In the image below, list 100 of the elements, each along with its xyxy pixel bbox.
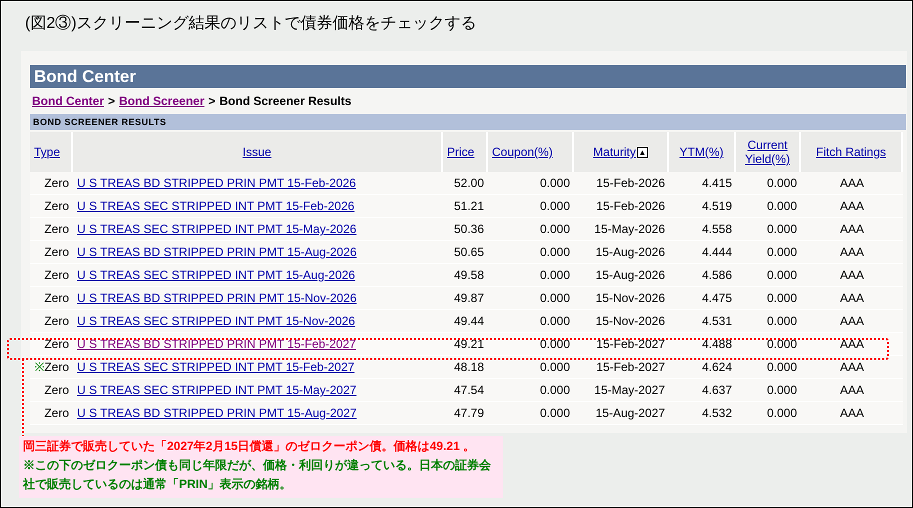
breadcrumb-link[interactable]: Bond Screener: [119, 92, 204, 110]
rating-cell: AAA: [840, 314, 864, 328]
coupon-cell: 0.000: [540, 337, 570, 351]
yield-cell: 0.000: [766, 176, 797, 190]
coupon-cell: 0.000: [540, 291, 570, 305]
type-cell: Zero: [44, 291, 69, 305]
type-cell: Zero: [44, 406, 69, 420]
maturity-cell: 15-Feb-2027: [596, 360, 665, 374]
breadcrumb-link[interactable]: Bond Center: [32, 92, 104, 110]
rating-cell: AAA: [840, 406, 864, 420]
price-cell: 50.36: [454, 222, 484, 236]
yield-cell: 0.000: [766, 406, 797, 420]
price-cell: 52.00: [454, 176, 484, 190]
maturity-cell: 15-Feb-2027: [596, 337, 665, 351]
issue-link[interactable]: U S TREAS BD STRIPPED PRIN PMT 15-Feb-2027: [77, 337, 356, 351]
price-cell: 50.65: [454, 245, 484, 259]
rating-cell: AAA: [840, 245, 864, 259]
ytm-cell: 4.624: [702, 360, 732, 374]
annotation-text: 岡三証券で販売していた「2027年2月15日償還」のゼロクーポン債。価格は49.21 。: [23, 438, 476, 455]
coupon-cell: 0.000: [540, 268, 570, 282]
type-cell: Zero: [44, 383, 69, 397]
price-cell: 48.18: [454, 360, 484, 374]
rating-cell: AAA: [840, 222, 864, 236]
price-cell: 47.54: [454, 383, 484, 397]
ytm-cell: 4.637: [702, 383, 732, 397]
maturity-cell: 15-Aug-2027: [596, 406, 665, 420]
price-cell: 51.21: [454, 199, 484, 213]
maturity-cell: 15-Nov-2026: [596, 291, 665, 305]
yield-cell: 0.000: [766, 383, 797, 397]
figure-caption: (図2③)スクリーニング結果のリストで債券価格をチェックする: [25, 14, 477, 34]
issue-link[interactable]: U S TREAS SEC STRIPPED INT PMT 15-May-2026: [77, 222, 356, 236]
price-cell: 49.58: [454, 268, 484, 282]
header-bar: Bond Center: [30, 65, 906, 88]
issue-link[interactable]: U S TREAS BD STRIPPED PRIN PMT 15-Nov-2026: [77, 291, 357, 305]
ytm-cell: 4.415: [702, 176, 732, 190]
sort-indicator[interactable]: ▲: [636, 147, 648, 158]
maturity-cell: 15-Feb-2026: [596, 176, 665, 190]
maturity-cell: 15-Aug-2026: [596, 245, 665, 259]
maturity-cell: 15-Nov-2026: [596, 314, 665, 328]
column-header-link[interactable]: Maturity: [593, 145, 636, 159]
rating-cell: AAA: [840, 383, 864, 397]
breadcrumb-separator: >: [108, 93, 116, 110]
type-cell: Zero: [44, 337, 69, 351]
maturity-cell: 15-May-2027: [594, 383, 665, 397]
yield-cell: 0.000: [766, 199, 797, 213]
type-cell: Zero: [44, 245, 69, 259]
ytm-cell: 4.532: [702, 406, 732, 420]
coupon-cell: 0.000: [540, 314, 570, 328]
ytm-cell: 4.531: [702, 314, 732, 328]
ytm-cell: 4.444: [702, 245, 732, 259]
yield-cell: 0.000: [766, 314, 797, 328]
maturity-cell: 15-Feb-2026: [596, 199, 665, 213]
type-cell: Zero: [44, 268, 69, 282]
ytm-cell: 4.586: [702, 268, 732, 282]
breadcrumb-current: Bond Screener Results: [219, 93, 352, 110]
breadcrumb-separator: >: [208, 93, 216, 110]
rating-cell: AAA: [840, 199, 864, 213]
coupon-cell: 0.000: [540, 406, 570, 420]
yield-cell: 0.000: [766, 268, 797, 282]
column-header-link[interactable]: Issue: [242, 145, 272, 159]
issue-link[interactable]: U S TREAS BD STRIPPED PRIN PMT 15-Aug-2026: [77, 245, 357, 259]
type-cell: Zero: [44, 222, 69, 236]
rating-cell: AAA: [840, 360, 864, 374]
issue-link[interactable]: U S TREAS BD STRIPPED PRIN PMT 15-Feb-2026: [77, 176, 356, 190]
coupon-cell: 0.000: [540, 383, 570, 397]
type-cell: Zero: [44, 199, 69, 213]
issue-link[interactable]: U S TREAS SEC STRIPPED INT PMT 15-May-2027: [77, 383, 356, 397]
maturity-cell: 15-May-2026: [594, 222, 665, 236]
price-cell: 47.79: [454, 406, 484, 420]
issue-link[interactable]: U S TREAS BD STRIPPED PRIN PMT 15-Aug-2027: [77, 406, 357, 420]
annotation-text: ※この下のゼロクーポン債も同じ年限だが、価格・利回りが違っている。日本の証券会社で販売しているのは通常「PRIN」表示の銘柄。: [23, 457, 492, 493]
price-cell: 49.21: [454, 337, 484, 351]
rating-cell: AAA: [840, 176, 864, 190]
type-cell: Zero: [44, 314, 69, 328]
price-cell: 49.87: [454, 291, 484, 305]
coupon-cell: 0.000: [540, 245, 570, 259]
ytm-cell: 4.488: [702, 337, 732, 351]
ytm-cell: 4.519: [702, 199, 732, 213]
rating-cell: AAA: [840, 337, 864, 351]
coupon-cell: 0.000: [540, 360, 570, 374]
yield-cell: 0.000: [766, 360, 797, 374]
maturity-cell: 15-Aug-2026: [596, 268, 665, 282]
ytm-cell: 4.475: [702, 291, 732, 305]
coupon-cell: 0.000: [540, 199, 570, 213]
issue-link[interactable]: U S TREAS SEC STRIPPED INT PMT 15-Feb-2027: [77, 360, 354, 374]
yield-cell: 0.000: [766, 245, 797, 259]
issue-link[interactable]: U S TREAS SEC STRIPPED INT PMT 15-Aug-2026: [77, 268, 356, 282]
ytm-cell: 4.558: [702, 222, 732, 236]
issue-link[interactable]: U S TREAS SEC STRIPPED INT PMT 15-Feb-2026: [77, 199, 354, 213]
note-mark: ※: [34, 360, 44, 374]
issue-link[interactable]: U S TREAS SEC STRIPPED INT PMT 15-Nov-2026: [77, 314, 356, 328]
coupon-cell: 0.000: [540, 176, 570, 190]
yield-cell: 0.000: [766, 222, 797, 236]
type-cell: Zero: [44, 360, 69, 374]
price-cell: 49.44: [454, 314, 484, 328]
rating-cell: AAA: [840, 291, 864, 305]
yield-cell: 0.000: [766, 337, 797, 351]
type-cell: Zero: [44, 176, 69, 190]
coupon-cell: 0.000: [540, 222, 570, 236]
yield-cell: 0.000: [766, 291, 797, 305]
